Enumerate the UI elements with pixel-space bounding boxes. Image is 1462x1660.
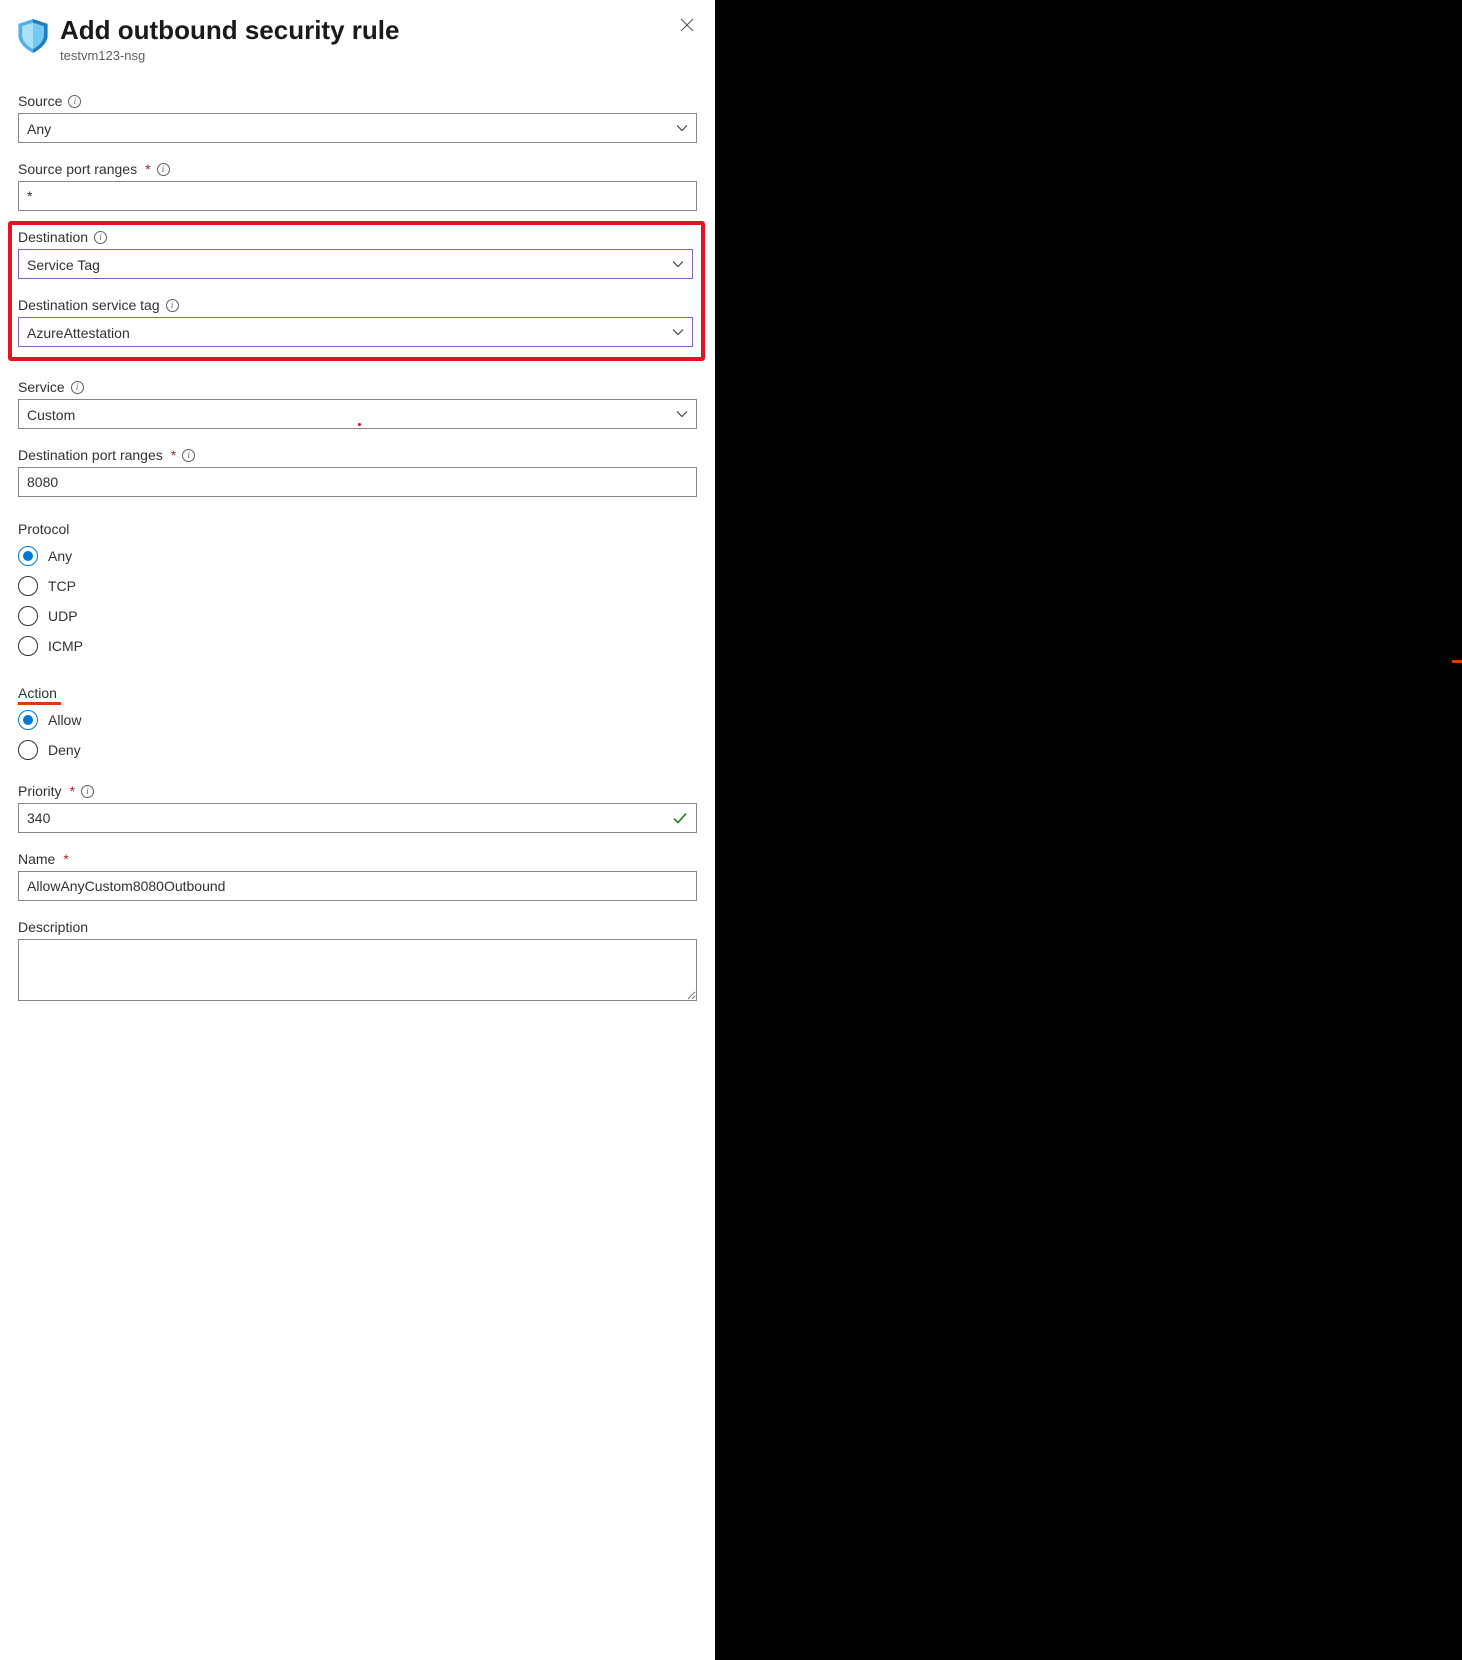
field-destination-port-ranges: Destination port ranges * i [18,447,697,497]
destination-service-tag-label: Destination service tag [18,297,160,313]
service-label: Service [18,379,65,395]
source-port-ranges-input[interactable] [18,181,697,211]
destination-label: Destination [18,229,88,245]
close-button[interactable] [677,15,697,35]
field-description: Description [18,919,697,1004]
radio-icon [18,546,38,566]
name-input[interactable] [18,871,697,901]
action-radio-allow[interactable]: Allow [18,705,697,735]
radio-icon [18,576,38,596]
name-label: Name [18,851,55,867]
info-icon[interactable]: i [166,299,179,312]
priority-label: Priority [18,783,62,799]
required-marker: * [63,851,68,867]
protocol-radio-label: TCP [48,578,76,594]
action-radio-group: Allow Deny [18,705,697,765]
panel-title: Add outbound security rule [60,15,665,46]
background-blackout [715,0,1462,1660]
field-source-port-ranges: Source port ranges * i [18,161,697,211]
info-icon[interactable]: i [182,449,195,462]
radio-icon [18,606,38,626]
destination-port-ranges-input[interactable] [18,467,697,497]
protocol-radio-label: UDP [48,608,78,624]
field-source: Source i Any [18,93,697,143]
protocol-radio-any[interactable]: Any [18,541,697,571]
field-destination: Destination i Service Tag [18,229,693,279]
required-marker: * [70,783,75,799]
destination-select[interactable]: Service Tag [18,249,693,279]
field-destination-service-tag: Destination service tag i AzureAttestati… [18,297,693,347]
action-radio-label: Deny [48,742,81,758]
source-port-ranges-label: Source port ranges [18,161,137,177]
source-label: Source [18,93,62,109]
panel-subtitle: testvm123-nsg [60,48,665,63]
annotation-tick [1452,660,1462,663]
radio-icon [18,740,38,760]
close-icon [680,18,694,32]
field-service: Service i Custom [18,379,697,429]
protocol-radio-icmp[interactable]: ICMP [18,631,697,661]
field-priority: Priority * i [18,783,697,833]
info-icon[interactable]: i [157,163,170,176]
action-label-container: Action [18,685,697,701]
required-marker: * [145,161,150,177]
protocol-radio-tcp[interactable]: TCP [18,571,697,601]
annotation-dot [358,423,361,426]
protocol-radio-label: ICMP [48,638,83,654]
info-icon[interactable]: i [71,381,84,394]
source-select[interactable]: Any [18,113,697,143]
description-textarea[interactable] [18,939,697,1001]
action-label: Action [18,685,57,701]
protocol-label: Protocol [18,521,697,537]
action-radio-deny[interactable]: Deny [18,735,697,765]
destination-service-tag-select[interactable]: AzureAttestation [18,317,693,347]
action-radio-label: Allow [48,712,81,728]
panel-header: Add outbound security rule testvm123-nsg [18,15,697,63]
add-outbound-rule-panel: Add outbound security rule testvm123-nsg… [0,0,715,1660]
destination-highlight-box: Destination i Service Tag Destination se… [8,221,705,361]
info-icon[interactable]: i [81,785,94,798]
radio-icon [18,710,38,730]
required-marker: * [171,447,176,463]
protocol-radio-group: Any TCP UDP ICMP [18,541,697,661]
protocol-radio-udp[interactable]: UDP [18,601,697,631]
info-icon[interactable]: i [68,95,81,108]
radio-icon [18,636,38,656]
shield-icon [18,19,48,53]
destination-port-ranges-label: Destination port ranges [18,447,163,463]
info-icon[interactable]: i [94,231,107,244]
protocol-radio-label: Any [48,548,72,564]
action-underline-annotation [18,702,61,705]
field-name: Name * [18,851,697,901]
description-label: Description [18,919,88,935]
priority-input[interactable] [18,803,697,833]
